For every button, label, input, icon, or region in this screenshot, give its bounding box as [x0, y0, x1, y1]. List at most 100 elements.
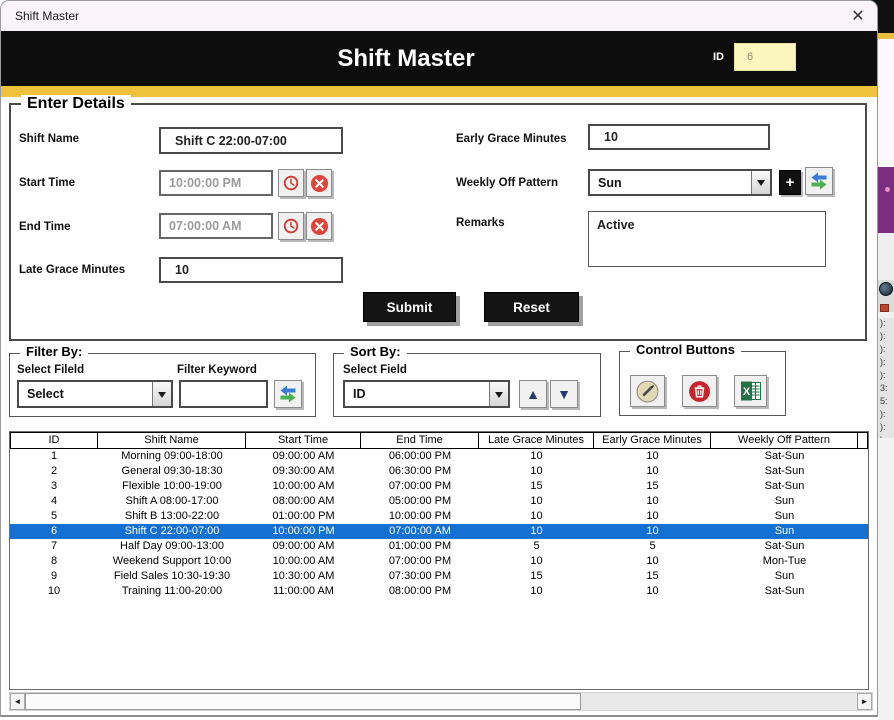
- table-cell: 2: [10, 464, 98, 479]
- edit-button[interactable]: [630, 375, 665, 407]
- add-pattern-button[interactable]: +: [779, 170, 801, 195]
- table-header-cell: End Time: [361, 432, 479, 449]
- filter-keyword-input[interactable]: [179, 380, 268, 408]
- start-time-clear-button[interactable]: [306, 169, 332, 197]
- dropdown-button[interactable]: [751, 171, 770, 194]
- bg-text-fragment: ):: [880, 344, 894, 357]
- table-cell: 5: [10, 509, 98, 524]
- sort-down-icon: ▼: [557, 387, 571, 401]
- bg-strip-black: [878, 0, 894, 33]
- table-cell: 09:30:00 AM: [246, 464, 361, 479]
- reset-button[interactable]: Reset: [484, 292, 579, 322]
- table-cell: 01:00:00 PM: [246, 509, 361, 524]
- table-row[interactable]: 3Flexible 10:00-19:0010:00:00 AM07:00:00…: [10, 479, 868, 494]
- window-title: Shift Master: [15, 9, 79, 23]
- table-cell: Sun: [711, 509, 858, 524]
- table-row[interactable]: 2General 09:30-18:3009:30:00 AM06:30:00 …: [10, 464, 868, 479]
- swap-arrows-icon: [278, 384, 298, 404]
- weekly-off-value: Sun: [590, 171, 751, 194]
- late-grace-input[interactable]: [159, 257, 343, 283]
- table-cell: 10: [479, 509, 594, 524]
- table-row[interactable]: 1Morning 09:00-18:0009:00:00 AM06:00:00 …: [10, 449, 868, 464]
- table-row[interactable]: 8Weekend Support 10:0010:00:00 AM07:00:0…: [10, 554, 868, 569]
- late-grace-label: Late Grace Minutes: [19, 264, 125, 276]
- table-cell: 1: [10, 449, 98, 464]
- table-cell: 10: [479, 584, 594, 599]
- bg-text-fragment: ):: [880, 370, 894, 383]
- table-row[interactable]: 10Training 11:00-20:0011:00:00 AM08:00:0…: [10, 584, 868, 599]
- scrollbar-thumb[interactable]: [25, 693, 581, 710]
- start-time-picker-button[interactable]: [278, 169, 304, 197]
- filter-field-label: Select Fileld: [17, 364, 84, 376]
- refresh-pattern-button[interactable]: [805, 167, 833, 195]
- table-header-cell: Start Time: [246, 432, 361, 449]
- chevron-down-icon: [757, 180, 765, 190]
- table-body: 1Morning 09:00-18:0009:00:00 AM06:00:00 …: [10, 449, 868, 599]
- table-cell: 10:30:00 AM: [246, 569, 361, 584]
- table-cell: 07:00:00 PM: [361, 479, 479, 494]
- weekly-off-select[interactable]: Sun: [588, 169, 772, 196]
- bg-strip-purple: [878, 167, 894, 233]
- scroll-left-button[interactable]: ◄: [10, 693, 25, 710]
- excel-icon: X: [739, 379, 763, 403]
- table-cell: 15: [594, 479, 711, 494]
- table-cell: 4: [10, 494, 98, 509]
- table-header-cell: Weekly Off Pattern: [711, 432, 858, 449]
- close-icon[interactable]: ✕: [847, 5, 869, 27]
- svg-text:X: X: [742, 386, 750, 398]
- table-cell: 11:00:00 AM: [246, 584, 361, 599]
- bg-strip-tile: [880, 304, 889, 312]
- table-cell: 10: [594, 509, 711, 524]
- sort-ascending-button[interactable]: ▲: [519, 380, 547, 408]
- table-cell: 10: [10, 584, 98, 599]
- dropdown-button[interactable]: [489, 382, 508, 406]
- dropdown-button[interactable]: [152, 382, 171, 406]
- table-header-cell: [858, 432, 868, 449]
- remarks-input[interactable]: Active: [588, 211, 826, 267]
- table-cell: 06:00:00 PM: [361, 449, 479, 464]
- scroll-right-icon: ►: [861, 697, 869, 706]
- bg-strip-gray2: [878, 438, 894, 720]
- trash-icon: [687, 379, 712, 404]
- table-row[interactable]: 9Field Sales 10:30-19:3010:30:00 AM07:30…: [10, 569, 868, 584]
- sort-field-value: ID: [345, 382, 489, 406]
- table-row[interactable]: 6Shift C 22:00-07:0010:00:00 PM07:00:00 …: [10, 524, 868, 539]
- scrollbar-track: [581, 693, 857, 710]
- end-time-clear-button[interactable]: [306, 212, 332, 240]
- table-row[interactable]: 5Shift B 13:00-22:0001:00:00 PM10:00:00 …: [10, 509, 868, 524]
- sort-field-select[interactable]: ID: [343, 380, 510, 408]
- apply-filter-button[interactable]: [274, 380, 302, 408]
- table-cell: Sun: [711, 524, 858, 539]
- table-cell: Sat-Sun: [711, 584, 858, 599]
- table-cell: Training 11:00-20:00: [98, 584, 246, 599]
- table-cell: General 09:30-18:30: [98, 464, 246, 479]
- clock-icon: [282, 174, 300, 192]
- sort-descending-button[interactable]: ▼: [550, 380, 578, 408]
- filter-by-legend: Filter By:: [20, 344, 88, 359]
- early-grace-input[interactable]: [588, 124, 770, 150]
- filter-field-select[interactable]: Select: [17, 380, 173, 408]
- table-row[interactable]: 4Shift A 08:00-17:0008:00:00 AM05:00:00 …: [10, 494, 868, 509]
- table-cell: 10:00:00 AM: [246, 479, 361, 494]
- bg-strip-gray1: [878, 233, 894, 280]
- sort-by-legend: Sort By:: [344, 344, 407, 359]
- export-excel-button[interactable]: X: [734, 375, 767, 407]
- table-cell: 9: [10, 569, 98, 584]
- end-time-input[interactable]: [159, 213, 273, 239]
- horizontal-scrollbar[interactable]: ◄ ►: [9, 692, 873, 711]
- start-time-input[interactable]: [159, 170, 273, 196]
- shift-table: IDShift NameStart TimeEnd TimeLate Grace…: [9, 431, 869, 690]
- id-field[interactable]: [734, 43, 796, 71]
- chevron-down-icon: [495, 392, 503, 402]
- submit-button[interactable]: Submit: [363, 292, 456, 322]
- table-row[interactable]: 7Half Day 09:00-13:0009:00:00 AM01:00:00…: [10, 539, 868, 554]
- shift-name-input[interactable]: [159, 127, 343, 154]
- delete-button[interactable]: [682, 375, 717, 407]
- bg-text-fragment: ):: [880, 357, 894, 370]
- end-time-picker-button[interactable]: [278, 212, 304, 240]
- scroll-left-icon: ◄: [14, 697, 22, 706]
- globe-icon: [879, 282, 893, 296]
- scroll-right-button[interactable]: ►: [857, 693, 872, 710]
- title-bar: Shift Master ✕: [1, 1, 877, 31]
- weekly-off-label: Weekly Off Pattern: [456, 177, 558, 189]
